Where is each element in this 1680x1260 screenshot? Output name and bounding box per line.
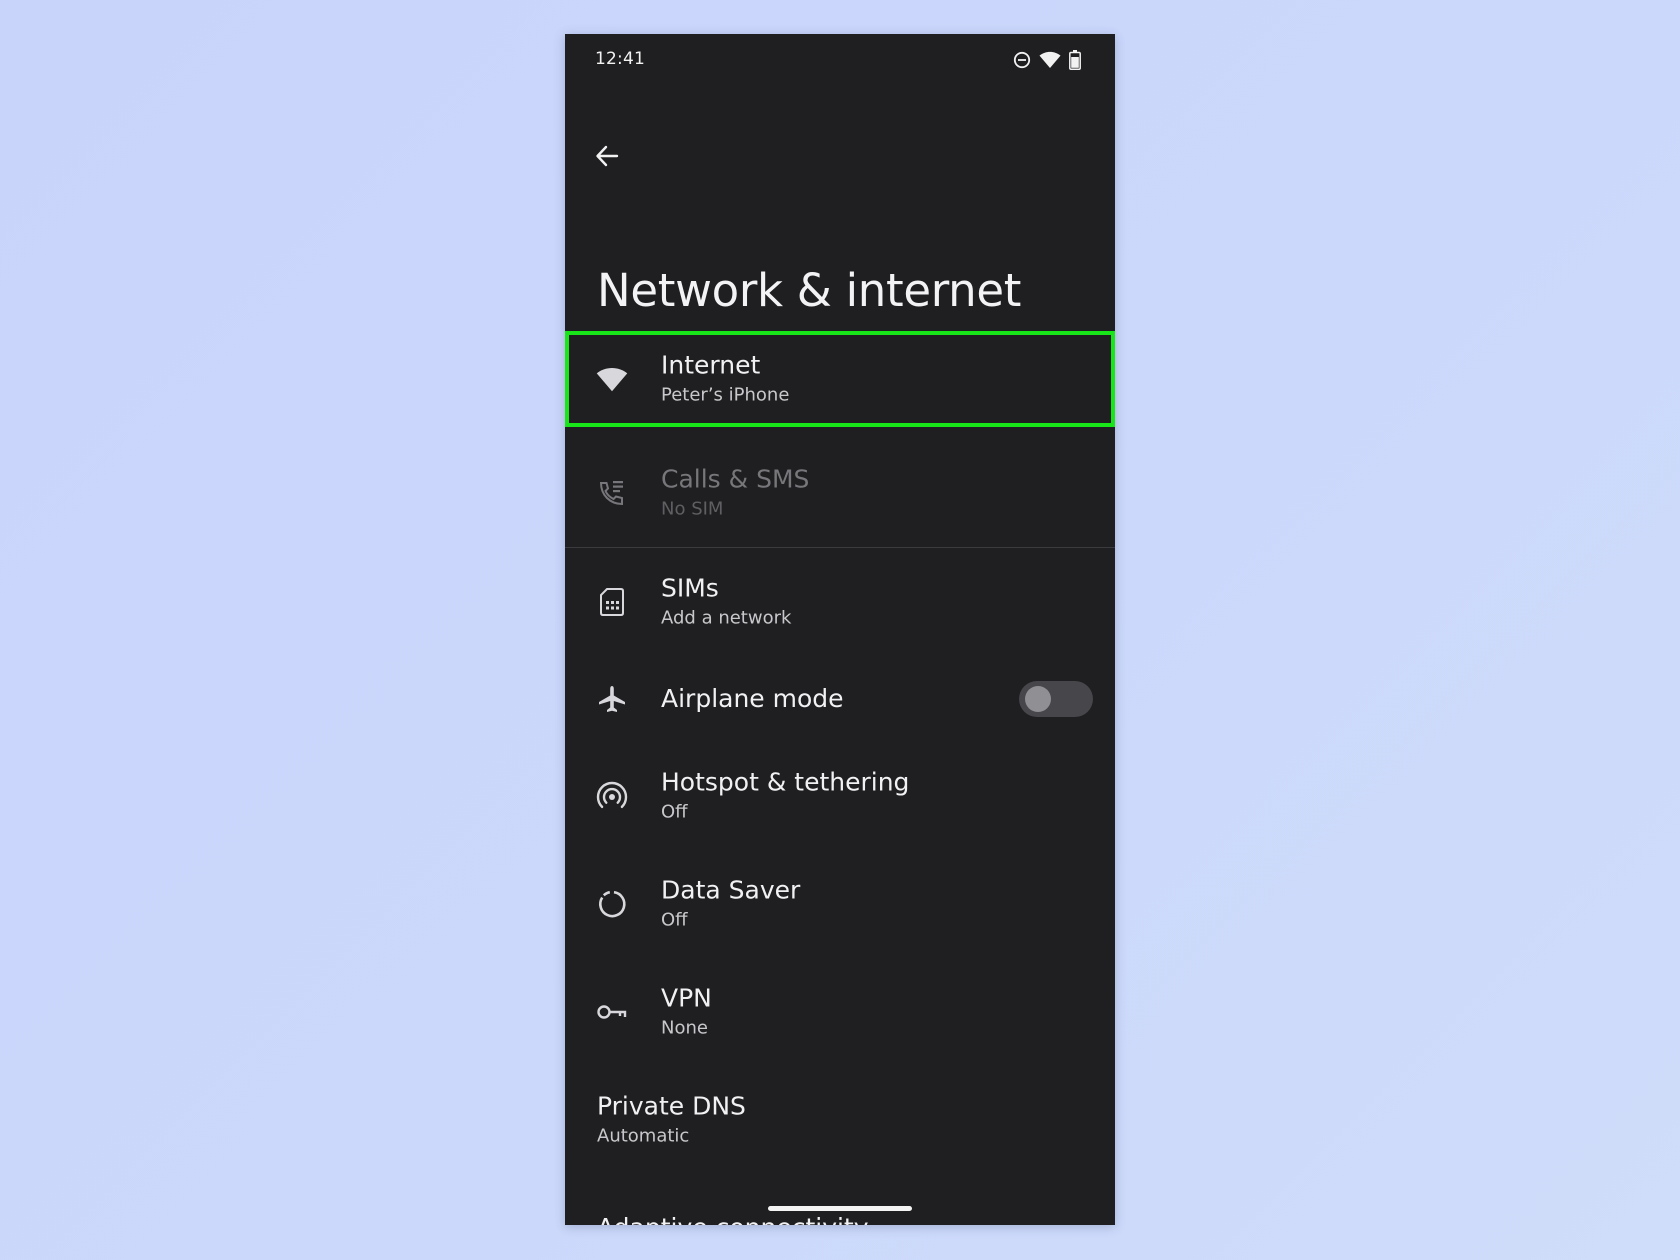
- calls-sms-item: Calls & SMS No SIM: [565, 439, 1115, 547]
- settings-list: Internet Peter’s iPhone Calls & SMS No S…: [565, 331, 1115, 1225]
- adaptive-connectivity-text: Adaptive connectivity: [597, 1212, 869, 1225]
- hotspot-item[interactable]: Hotspot & tethering Off: [565, 742, 1115, 850]
- vpn-item[interactable]: VPN None: [565, 958, 1115, 1066]
- airplane-mode-title: Airplane mode: [661, 684, 844, 713]
- hotspot-subtitle: Off: [661, 801, 688, 823]
- calls-sms-text: Calls & SMS No SIM: [661, 464, 809, 523]
- key-icon: [596, 996, 628, 1028]
- calls-sms-subtitle: No SIM: [661, 498, 724, 520]
- data-saver-title: Data Saver: [661, 875, 801, 905]
- status-icons: [1013, 50, 1081, 70]
- do-not-disturb-icon: [1013, 51, 1031, 69]
- sim-card-icon: [596, 586, 628, 618]
- internet-subtitle: Peter’s iPhone: [661, 384, 790, 406]
- adaptive-connectivity-item[interactable]: Adaptive connectivity: [565, 1174, 1115, 1225]
- page-title: Network & internet: [597, 264, 1022, 317]
- private-dns-title: Private DNS: [597, 1091, 746, 1121]
- arrow-left-icon: [596, 145, 619, 167]
- private-dns-item[interactable]: Private DNS Automatic: [565, 1066, 1115, 1174]
- internet-text: Internet Peter’s iPhone: [661, 350, 789, 409]
- sims-item[interactable]: SIMs Add a network: [565, 548, 1115, 656]
- phone-call-icon: [596, 477, 628, 509]
- hotspot-title: Hotspot & tethering: [661, 767, 910, 797]
- data-saver-item[interactable]: Data Saver Off: [565, 850, 1115, 958]
- data-saver-icon: [596, 888, 628, 920]
- phone-screen: 12:41 Network & internet Internet Peter’…: [565, 34, 1115, 1225]
- data-saver-subtitle: Off: [661, 909, 688, 931]
- sims-text: SIMs Add a network: [661, 573, 791, 632]
- internet-item[interactable]: Internet Peter’s iPhone: [565, 331, 1115, 427]
- sims-title: SIMs: [661, 573, 719, 603]
- hotspot-text: Hotspot & tethering Off: [661, 767, 909, 826]
- private-dns-subtitle: Automatic: [597, 1125, 690, 1147]
- adaptive-connectivity-title: Adaptive connectivity: [597, 1212, 869, 1225]
- home-indicator[interactable]: [768, 1206, 912, 1211]
- internet-title: Internet: [661, 350, 761, 380]
- airplane-mode-toggle[interactable]: [1019, 681, 1093, 717]
- airplane-mode-text: Airplane mode: [661, 683, 844, 715]
- back-button[interactable]: [585, 134, 629, 178]
- status-time: 12:41: [595, 49, 645, 69]
- hotspot-icon: [596, 780, 628, 812]
- private-dns-text: Private DNS Automatic: [597, 1091, 746, 1150]
- wifi-icon: [1039, 51, 1061, 69]
- vpn-subtitle: None: [661, 1017, 708, 1039]
- data-saver-text: Data Saver Off: [661, 875, 800, 934]
- airplane-icon: [596, 683, 628, 715]
- airplane-mode-item[interactable]: Airplane mode: [565, 656, 1115, 742]
- sims-subtitle: Add a network: [661, 607, 792, 629]
- calls-sms-title: Calls & SMS: [661, 464, 810, 494]
- status-bar: 12:41: [565, 34, 1115, 84]
- vpn-title: VPN: [661, 983, 712, 1013]
- battery-icon: [1069, 50, 1081, 70]
- wifi-icon: [596, 363, 628, 395]
- vpn-text: VPN None: [661, 983, 712, 1042]
- toggle-thumb: [1025, 686, 1051, 712]
